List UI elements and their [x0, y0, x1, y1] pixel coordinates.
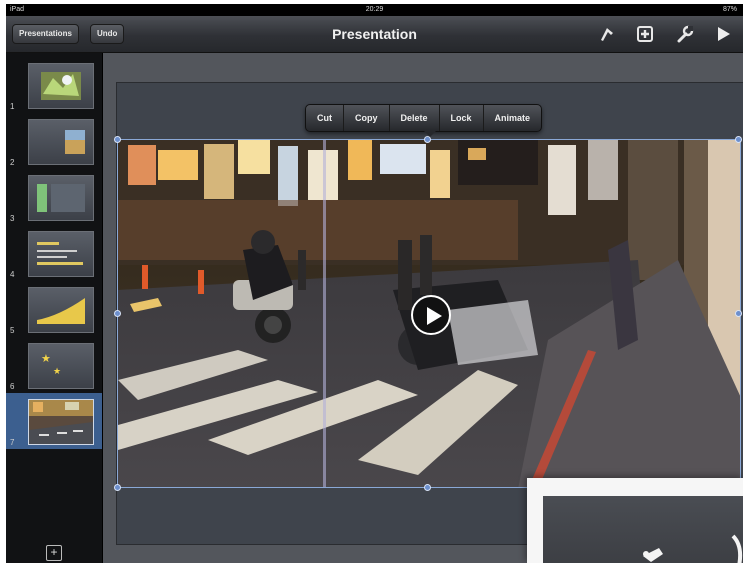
menu-item-animate[interactable]: Animate [484, 105, 542, 131]
battery-level: 87% [722, 6, 737, 13]
status-bar: iPad 20:29 87% [6, 4, 743, 16]
menu-item-delete[interactable]: Delete [390, 105, 440, 131]
menu-pointer [424, 131, 436, 137]
menu-item-copy[interactable]: Copy [344, 105, 390, 131]
zoom-inset [527, 478, 743, 563]
edit-context-menu: Cut Copy Delete Lock Animate [305, 104, 543, 132]
zoom-inset-content [543, 496, 743, 563]
insert-media-icon[interactable] [634, 23, 656, 45]
slide-thumbnail[interactable]: ★ ★ 6 [6, 337, 102, 393]
svg-text:★: ★ [53, 367, 61, 377]
slide-number: 6 [10, 382, 15, 391]
format-brush-icon[interactable] [596, 23, 618, 45]
resize-handle[interactable] [424, 484, 431, 491]
menu-item-cut[interactable]: Cut [306, 105, 344, 131]
menu-item-lock[interactable]: Lock [440, 105, 484, 131]
slide-number: 3 [10, 214, 15, 223]
undo-button[interactable]: Undo [90, 24, 125, 44]
slide-thumbnail[interactable]: 2 [6, 113, 102, 169]
play-slideshow-icon[interactable] [712, 23, 734, 45]
resize-handle[interactable] [735, 310, 742, 317]
slide-number: 2 [10, 158, 15, 167]
wrench-settings-icon[interactable] [674, 23, 696, 45]
slide-number: 4 [10, 270, 15, 279]
resize-handle[interactable] [114, 484, 121, 491]
resize-handle[interactable] [424, 136, 431, 143]
presentations-button[interactable]: Presentations [12, 24, 79, 44]
svg-text:★: ★ [41, 352, 51, 365]
resize-handle[interactable] [114, 310, 121, 317]
status-time: 20:29 [365, 6, 384, 13]
slide-number: 5 [10, 326, 15, 335]
video-media[interactable] [117, 139, 741, 488]
device-name: iPad [10, 6, 25, 13]
slide-navigator: 1 2 3 4 5 ★ ★ 6 7 + [6, 53, 103, 563]
resize-handle[interactable] [114, 136, 121, 143]
play-icon[interactable] [411, 295, 451, 335]
add-slide-icon[interactable]: + [46, 545, 62, 561]
toolbar: Presentations Undo Presentation [6, 16, 743, 53]
slide-thumbnail[interactable]: 1 [6, 57, 102, 113]
slide-thumbnail[interactable]: 4 [6, 225, 102, 281]
slide-number: 7 [10, 438, 15, 447]
slide-number: 1 [10, 102, 15, 111]
slide-thumbnail[interactable]: 5 [6, 281, 102, 337]
slide-thumbnail-selected[interactable]: 7 [6, 393, 102, 449]
slide-thumbnail[interactable]: 3 [6, 169, 102, 225]
resize-handle[interactable] [735, 136, 742, 143]
